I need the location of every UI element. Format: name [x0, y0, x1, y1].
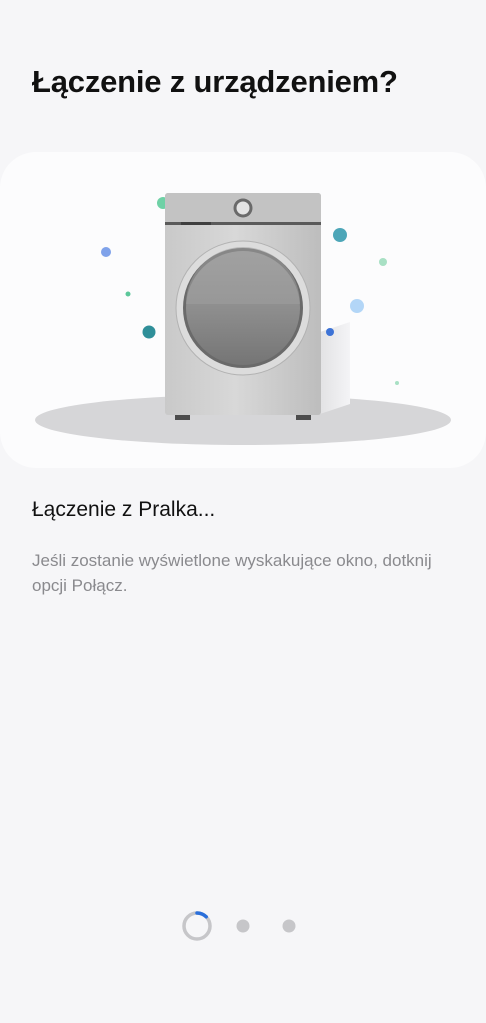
bubble-decoration: [101, 247, 111, 257]
illustration-card: [0, 152, 486, 468]
progress-indicator: [0, 908, 486, 944]
washing-machine-illustration: [35, 193, 451, 445]
bubble-decoration: [125, 291, 131, 297]
pager-dot: [236, 919, 250, 933]
loading-spinner-icon: [182, 911, 212, 941]
page-title: Łączenie z urządzeniem?: [32, 64, 398, 99]
pager-dot: [282, 919, 296, 933]
connection-status-title: Łączenie z Pralka...: [32, 498, 216, 521]
bubble-decoration: [142, 325, 156, 339]
bubble-decoration: [326, 328, 334, 336]
bubble-decoration: [350, 299, 364, 313]
bubble-decoration: [333, 228, 347, 242]
bubble-decoration: [379, 258, 387, 266]
connection-hint-text: Jeśli zostanie wyświetlone wyskakujące o…: [32, 551, 432, 595]
bubble-decoration: [395, 381, 399, 385]
